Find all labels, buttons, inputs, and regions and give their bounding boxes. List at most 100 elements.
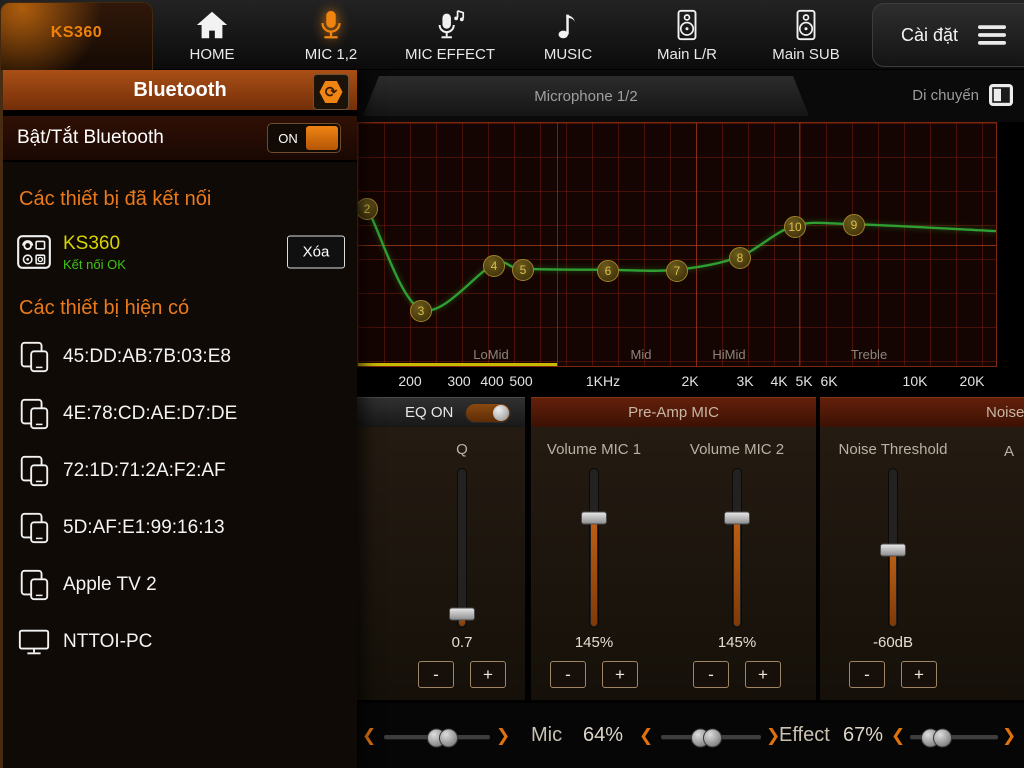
q-label: Q (407, 441, 517, 458)
volume-mic2-decrement-button[interactable]: - (693, 661, 729, 688)
effect-volume-label: Effect (779, 724, 830, 747)
eq-point-10[interactable]: 10 (784, 216, 806, 238)
effect-volume-slider[interactable] (910, 735, 998, 739)
device-tab-label: KS360 (51, 24, 102, 42)
music-note-icon (513, 5, 623, 45)
freq-tick: 2K (681, 373, 698, 389)
left-slider-increase-arrow-icon[interactable] (496, 726, 510, 746)
device-row[interactable]: Apple TV 2 (3, 556, 357, 613)
noise-threshold-handle[interactable] (880, 543, 906, 556)
bluetooth-toggle[interactable]: ON (267, 123, 341, 153)
preamp-panel-body: Volume MIC 1 145% - + Volume MIC 2 145% (531, 427, 816, 700)
eq-point-6[interactable]: 6 (597, 260, 619, 282)
noise-panel-header: Noise (820, 397, 1024, 427)
noise-extra-label: A (1004, 443, 1014, 460)
volume-mic1-handle[interactable] (581, 511, 607, 524)
nav-item-main-sub[interactable]: Main SUB (751, 5, 861, 67)
device-row[interactable]: NTTOI-PC (3, 613, 357, 670)
volume-mic1-slider: Volume MIC 1 145% - + (539, 427, 649, 700)
volume-mic1-value: 145% (539, 634, 649, 651)
eq-panel-header: EQ ON (357, 397, 525, 427)
eq-point-3[interactable]: 3 (410, 300, 432, 322)
noise-title: Noise (986, 404, 1024, 421)
q-slider-track[interactable] (457, 468, 467, 628)
mic-slider-knob[interactable] (691, 729, 721, 746)
eq-on-toggle[interactable] (465, 403, 511, 423)
volume-mic2-label: Volume MIC 2 (682, 441, 792, 458)
nav-item-label: Main SUB (751, 46, 861, 63)
noise-threshold-track[interactable] (888, 468, 898, 628)
mic-slider-decrease-arrow-icon[interactable] (639, 726, 653, 746)
volume-mic1-increment-button[interactable]: + (602, 661, 638, 688)
eq-on-label: EQ ON (405, 404, 453, 421)
slider-fill (591, 518, 597, 626)
device-row[interactable]: 72:1D:71:2A:F2:AF (3, 442, 357, 499)
noise-decrement-button[interactable]: - (849, 661, 885, 688)
volume-mic2-handle[interactable] (724, 511, 750, 524)
q-increment-button[interactable]: + (470, 661, 506, 688)
pc-icon (17, 625, 51, 659)
bluetooth-toggle-label: Bật/Tắt Bluetooth (17, 127, 164, 149)
freq-tick: 5K (795, 373, 812, 389)
device-tab[interactable]: KS360 (0, 2, 153, 70)
volume-mic2-slider: Volume MIC 2 145% - + (682, 427, 792, 700)
nav-item-music[interactable]: MUSIC (513, 5, 623, 67)
freq-tick: 1KHz (586, 373, 620, 389)
tab-bar: Microphone 1/2 Di chuyển (357, 70, 1024, 122)
mic-volume-slider[interactable] (661, 735, 761, 739)
freq-tick: 300 (447, 373, 470, 389)
tab-label: Microphone 1/2 (534, 88, 637, 105)
speaker-icon (751, 5, 861, 45)
refresh-button[interactable]: ⟳ (313, 74, 349, 110)
effect-slider-decrease-arrow-icon[interactable] (891, 726, 905, 746)
effect-slider-knob[interactable] (921, 729, 951, 746)
eq-point-8[interactable]: 8 (729, 247, 751, 269)
q-slider-handle[interactable] (449, 608, 475, 621)
effect-slider-increase-arrow-icon[interactable] (1002, 726, 1016, 746)
move-icon (988, 82, 1014, 108)
nav-item-main-lr[interactable]: Main L/R (632, 5, 742, 67)
device-name: 72:1D:71:2A:F2:AF (63, 460, 226, 482)
device-row[interactable]: 4E:78:CD:AE:D7:DE (3, 385, 357, 442)
volume-mic1-track[interactable] (589, 468, 599, 628)
connected-device-row[interactable]: KS360 Kết nối OK Xóa (3, 221, 357, 283)
device-row[interactable]: 5D:AF:E1:99:16:13 (3, 499, 357, 556)
device-icon (17, 397, 51, 431)
noise-increment-button[interactable]: + (901, 661, 937, 688)
eq-point-4[interactable]: 4 (483, 255, 505, 277)
available-devices-header: Các thiết bị hiện có (3, 297, 357, 320)
bluetooth-toggle-row: Bật/Tắt Bluetooth ON (3, 116, 357, 162)
eq-point-9[interactable]: 9 (843, 214, 865, 236)
nav-item-label: Main L/R (632, 46, 742, 63)
noise-threshold-slider: Noise Threshold -60dB - + (838, 427, 948, 700)
device-name: 45:DD:AB:7B:03:E8 (63, 346, 231, 368)
settings-button[interactable]: Cài đặt (872, 3, 1024, 67)
device-icon (17, 511, 51, 545)
device-row[interactable]: 45:DD:AB:7B:03:E8 (3, 328, 357, 385)
left-slider-knob[interactable] (427, 729, 457, 746)
eq-point-7[interactable]: 7 (666, 260, 688, 282)
volume-mic2-track[interactable] (732, 468, 742, 628)
freq-tick: 3K (736, 373, 753, 389)
freq-tick: 4K (770, 373, 787, 389)
nav-item-home[interactable]: HOME (157, 5, 267, 67)
device-list: 45:DD:AB:7B:03:E8 4E:78:CD:AE:D7:DE 72:1D:… (3, 328, 357, 670)
preamp-panel-header: Pre-Amp MIC (531, 397, 816, 427)
q-decrement-button[interactable]: - (418, 661, 454, 688)
volume-mic1-label: Volume MIC 1 (539, 441, 649, 458)
volume-mic1-decrement-button[interactable]: - (550, 661, 586, 688)
left-slider-decrease-arrow-icon[interactable] (362, 726, 376, 746)
move-control[interactable]: Di chuyển (912, 82, 1014, 108)
left-volume-slider[interactable] (384, 735, 490, 739)
tab-microphone-1-2[interactable]: Microphone 1/2 (363, 76, 809, 116)
toggle-knob-icon (493, 405, 509, 421)
connected-device-info: KS360 Kết nối OK (63, 233, 126, 272)
nav-item-mic-effect[interactable]: MIC EFFECT (395, 5, 505, 67)
nav-item-mic12[interactable]: MIC 1,2 (276, 5, 386, 67)
volume-mic2-increment-button[interactable]: + (745, 661, 781, 688)
eq-point-2[interactable]: 2 (357, 198, 378, 220)
eq-point-5[interactable]: 5 (512, 259, 534, 281)
delete-device-button[interactable]: Xóa (287, 236, 345, 269)
device-icon (17, 454, 51, 488)
home-icon (157, 5, 267, 45)
